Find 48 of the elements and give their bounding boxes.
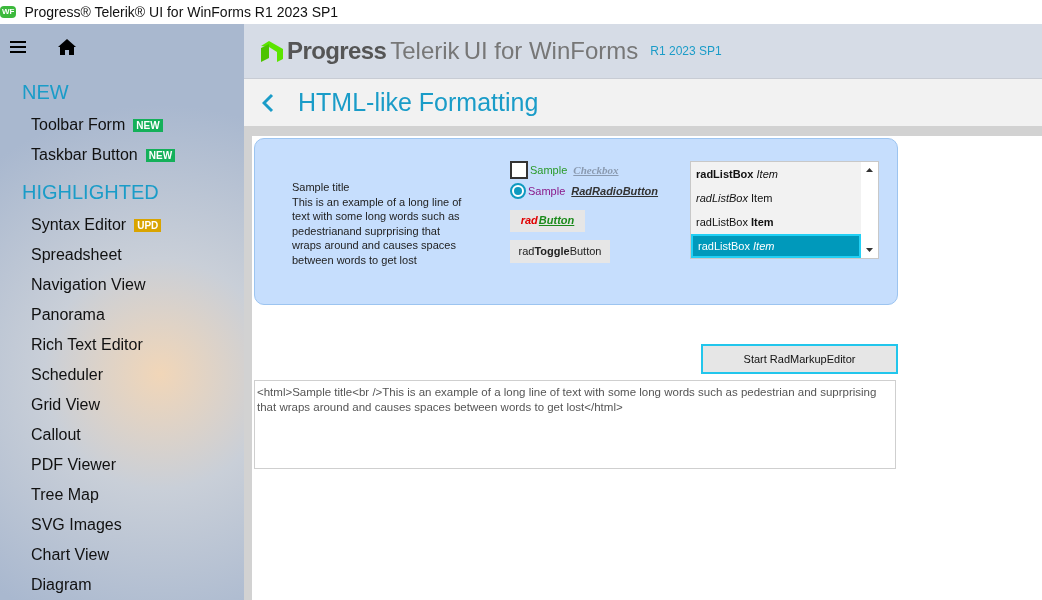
sidebar-item[interactable]: Navigation View — [31, 273, 146, 297]
radio-label: Sample — [528, 184, 566, 199]
menu-icon[interactable] — [10, 40, 26, 54]
product-name: UI for WinForms — [463, 36, 639, 66]
section-heading: NEW — [21, 80, 70, 105]
radio-link[interactable]: RadRadioButton — [571, 183, 659, 200]
product-name: Telerik — [390, 36, 460, 66]
status-badge: NEW — [133, 118, 163, 132]
sidebar-item[interactable]: Rich Text Editor — [31, 333, 143, 357]
status-badge: UPD — [134, 218, 162, 232]
label-text: This is an example of a long line of text with some long words such as pedestrianand suprprising that wraps around and causes spaces between words to get lost — [292, 194, 463, 268]
label-title: Sample title — [292, 180, 351, 195]
sidebar-item[interactable]: Diagram — [31, 573, 92, 597]
scroll-down-icon[interactable] — [866, 248, 873, 252]
start-editor-button[interactable]: Start RadMarkupEditor — [701, 344, 898, 374]
sidebar-item[interactable]: Tree Map — [31, 483, 99, 507]
sidebar-item[interactable]: SVG Images — [31, 513, 122, 537]
window-title: Progress® Telerik® UI for WinForms R1 2023 SP1 — [24, 2, 339, 22]
section-heading: HIGHLIGHTED — [21, 180, 160, 205]
sidebar-item[interactable]: Syntax Editor — [31, 213, 127, 237]
toggle-button[interactable]: radToggleButton — [510, 239, 610, 263]
brand-name: Progress — [287, 36, 387, 66]
scrollbar[interactable] — [861, 162, 878, 258]
sidebar-item[interactable]: Callout — [31, 423, 81, 447]
sidebar-item[interactable]: PDF Viewer — [31, 453, 117, 477]
status-badge: NEW — [145, 148, 176, 162]
radio-button[interactable] — [510, 183, 526, 200]
sidebar-item[interactable]: Grid View — [31, 393, 101, 417]
app-logo: WF — [0, 6, 17, 18]
rad-button[interactable]: radButton — [510, 209, 585, 232]
scroll-up-icon[interactable] — [866, 168, 873, 172]
list-item[interactable]: radListBox Item — [691, 186, 861, 210]
list-item[interactable]: radListBox Item — [691, 162, 861, 186]
sidebar-item[interactable]: Chart View — [31, 543, 109, 567]
logo-icon — [261, 40, 283, 62]
home-icon[interactable] — [58, 39, 76, 55]
sidebar-item[interactable]: Toolbar Form — [31, 113, 126, 137]
version-label: R1 2023 SP1 — [650, 43, 722, 60]
sidebar-item[interactable]: Scheduler — [31, 363, 104, 387]
page-title: HTML-like Formatting — [298, 86, 539, 118]
sidebar-item[interactable]: Spreadsheet — [31, 243, 122, 267]
markup-text-area[interactable]: <html>Sample title<br />This is an example of a long line of text with some long words such as pedestrian and suprprising that wraps around and causes spaces between words to get lost</html> — [254, 380, 896, 469]
list-item[interactable]: radListBox Item — [691, 210, 861, 234]
sidebar-item[interactable]: Taskbar Button — [31, 143, 138, 167]
back-icon[interactable] — [262, 92, 274, 113]
checkbox-label: Sample — [530, 162, 568, 178]
sidebar-item[interactable]: Panorama — [31, 303, 105, 327]
checkbox[interactable] — [510, 161, 528, 179]
